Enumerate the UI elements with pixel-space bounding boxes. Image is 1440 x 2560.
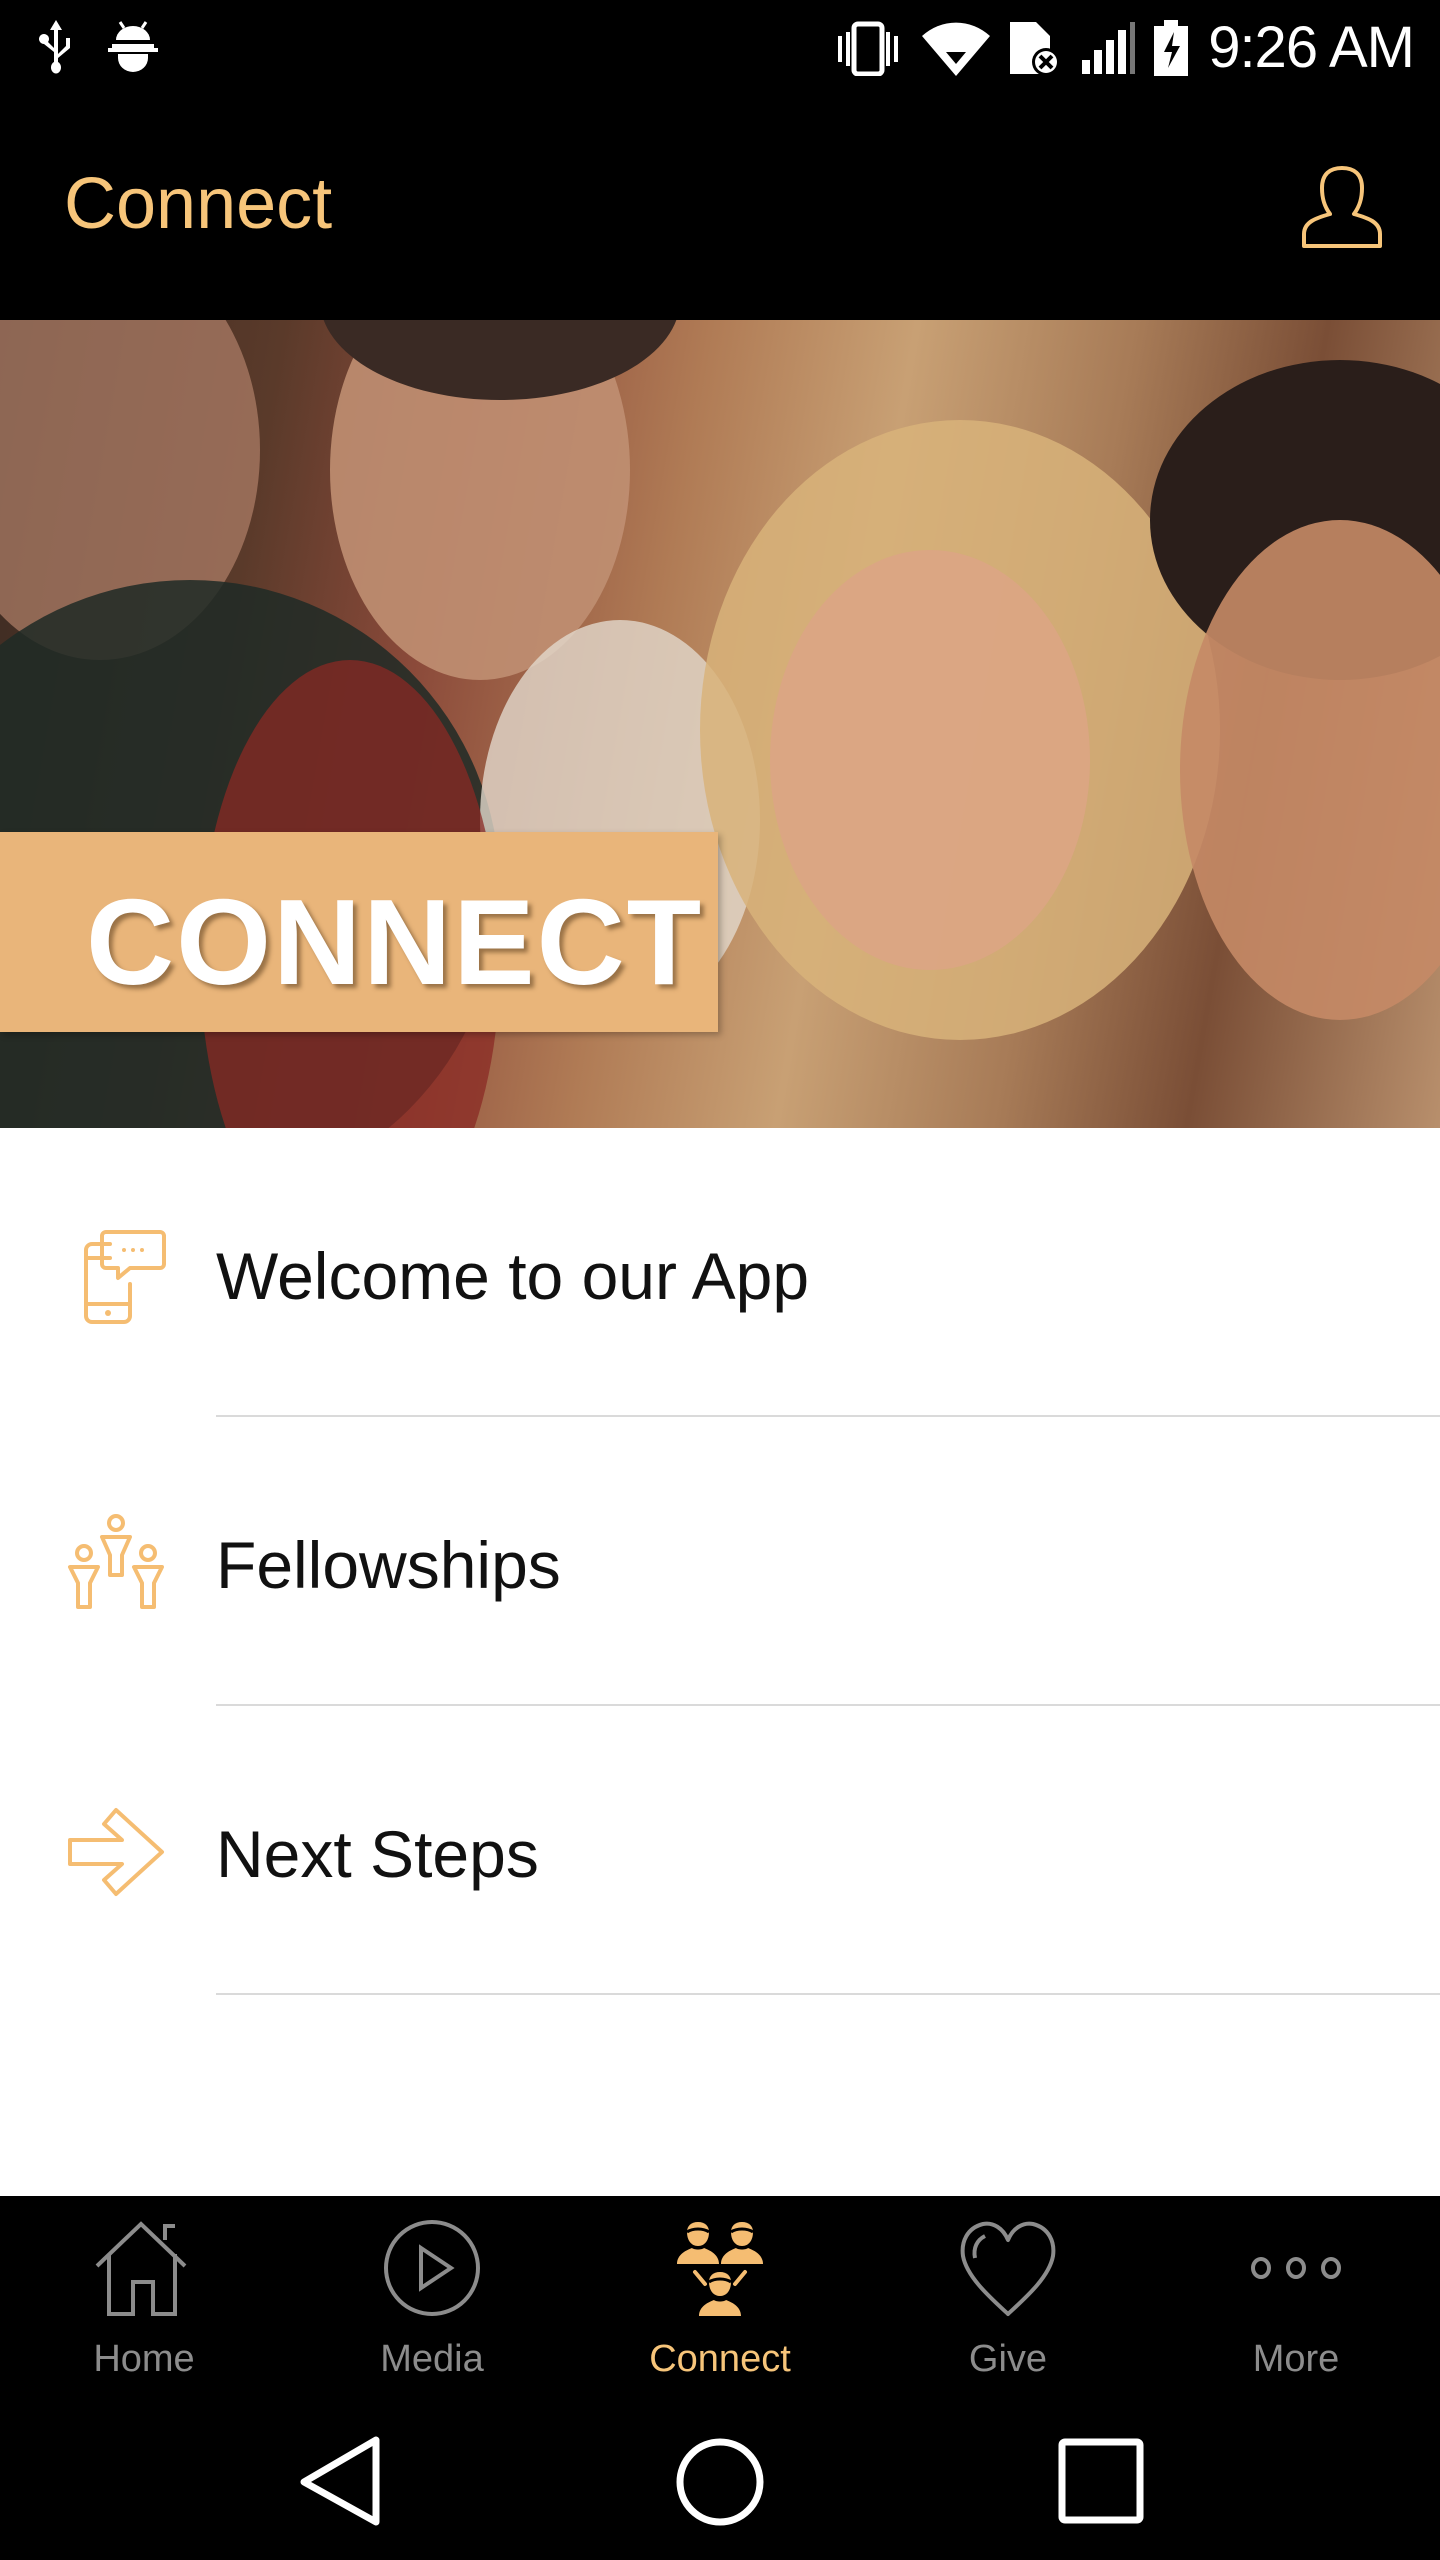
tab-label: More <box>1252 2338 1340 2380</box>
signal-icon <box>1080 20 1136 76</box>
back-icon <box>300 2436 380 2526</box>
tab-label: Home <box>93 2338 195 2380</box>
tab-label: Give <box>968 2338 1048 2380</box>
home-icon <box>95 2221 187 2316</box>
heart-icon <box>960 2221 1056 2316</box>
tab-home[interactable]: Home <box>0 2196 288 2392</box>
vibrate-icon <box>832 20 904 76</box>
hero-image: CONNECT <box>0 320 1440 1128</box>
hero-banner-text: CONNECT <box>86 874 704 1010</box>
usb-icon <box>36 18 76 74</box>
home-circle-icon <box>676 2438 764 2526</box>
hero-banner: CONNECT <box>0 832 718 1032</box>
tab-connect[interactable]: Connect <box>576 2196 864 2392</box>
bottom-tab-bar: Home Media Connect Give More <box>0 2196 1440 2392</box>
list-item-welcome[interactable]: Welcome to our App <box>0 1128 1440 1417</box>
connect-people-icon <box>677 2222 763 2316</box>
list-item-next-steps[interactable]: Next Steps <box>0 1706 1440 1995</box>
tab-label: Connect <box>649 2338 791 2380</box>
home-nav-button[interactable] <box>670 2432 770 2528</box>
tab-media[interactable]: Media <box>288 2196 576 2392</box>
user-profile-icon <box>1302 166 1382 248</box>
list-item-label: Fellowships <box>216 1528 561 1602</box>
group-people-icon <box>68 1514 164 1609</box>
tab-give[interactable]: Give <box>864 2196 1152 2392</box>
list-item-fellowships[interactable]: Fellowships <box>0 1417 1440 1706</box>
divider <box>216 1993 1440 1995</box>
status-bar: 9:26 AM <box>0 0 1440 96</box>
list-item-label: Next Steps <box>216 1817 539 1891</box>
arrow-right-icon <box>68 1808 164 1896</box>
status-time: 9:26 AM <box>1208 15 1415 80</box>
connect-list: Welcome to our App Fellowships Next Step… <box>0 1128 1440 2196</box>
android-debug-icon <box>106 18 160 74</box>
battery-charging-icon <box>1152 18 1192 78</box>
more-dots-icon <box>1251 2257 1341 2279</box>
profile-button[interactable] <box>1296 162 1388 254</box>
system-nav-bar <box>0 2392 1440 2560</box>
list-item-label: Welcome to our App <box>216 1239 810 1313</box>
sim-error-icon <box>1008 18 1064 78</box>
recents-square-icon <box>1058 2438 1144 2524</box>
back-button[interactable] <box>294 2432 394 2528</box>
page-title: Connect <box>64 164 333 244</box>
tab-label: Media <box>380 2338 484 2380</box>
tab-more[interactable]: More <box>1152 2196 1440 2392</box>
wifi-icon <box>920 20 992 76</box>
app-bar: Connect <box>0 96 1440 320</box>
phone-chat-icon <box>84 1230 166 1324</box>
recents-button[interactable] <box>1052 2432 1152 2528</box>
play-circle-icon <box>384 2220 480 2316</box>
